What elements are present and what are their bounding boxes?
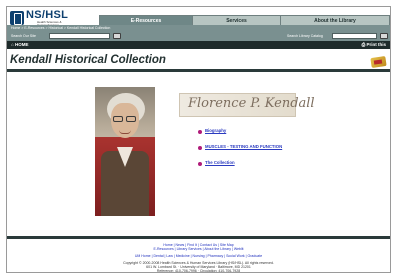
home-link[interactable]: ⌂ HOME: [11, 42, 28, 47]
utility-bar: [7, 41, 390, 49]
book-icon: [370, 56, 387, 68]
link-biography[interactable]: Biography: [205, 128, 226, 133]
browser-page: NS/HSL Health Sciences & Human Services …: [6, 6, 391, 273]
page-title: Kendall Historical Collection: [10, 54, 166, 66]
logo-icon[interactable]: [10, 11, 24, 25]
search-site-go-button[interactable]: [113, 33, 121, 39]
print-link[interactable]: ⎙ Print this: [362, 42, 386, 47]
breadcrumb[interactable]: Home > E-Resources > Historical > Kendal…: [11, 26, 110, 30]
link-muscles[interactable]: MUSCLES - TESTING AND FUNCTION: [205, 144, 282, 149]
portrait-photo: [95, 87, 155, 216]
bullet-icon: [198, 130, 202, 134]
portrait-eye-left: [113, 116, 123, 122]
search-catalog-label: Search Library Catalog: [287, 34, 323, 38]
bullet-icon: [198, 162, 202, 166]
search-site-input[interactable]: [49, 33, 110, 39]
footer-divider: [7, 236, 390, 239]
footer-nav-3[interactable]: UM Home | Dental | Law | Medicine | Nurs…: [7, 254, 390, 258]
signature-image: Florence P. Kendall: [179, 93, 315, 117]
search-site-label: Search Our Site: [11, 34, 36, 38]
search-catalog-go-button[interactable]: [380, 33, 388, 39]
signature-text: Florence P. Kendall: [188, 96, 315, 111]
footer-phone: Reference: 410-706-7996 · Circulation: 4…: [156, 269, 241, 273]
footer-nav-2[interactable]: E-Resources | Library Services | About t…: [7, 247, 390, 251]
title-divider: [7, 69, 390, 72]
portrait-eye-right: [126, 116, 136, 122]
bullet-icon: [198, 146, 202, 150]
link-collection[interactable]: The Collection: [205, 160, 235, 165]
search-catalog-input[interactable]: [332, 33, 377, 39]
